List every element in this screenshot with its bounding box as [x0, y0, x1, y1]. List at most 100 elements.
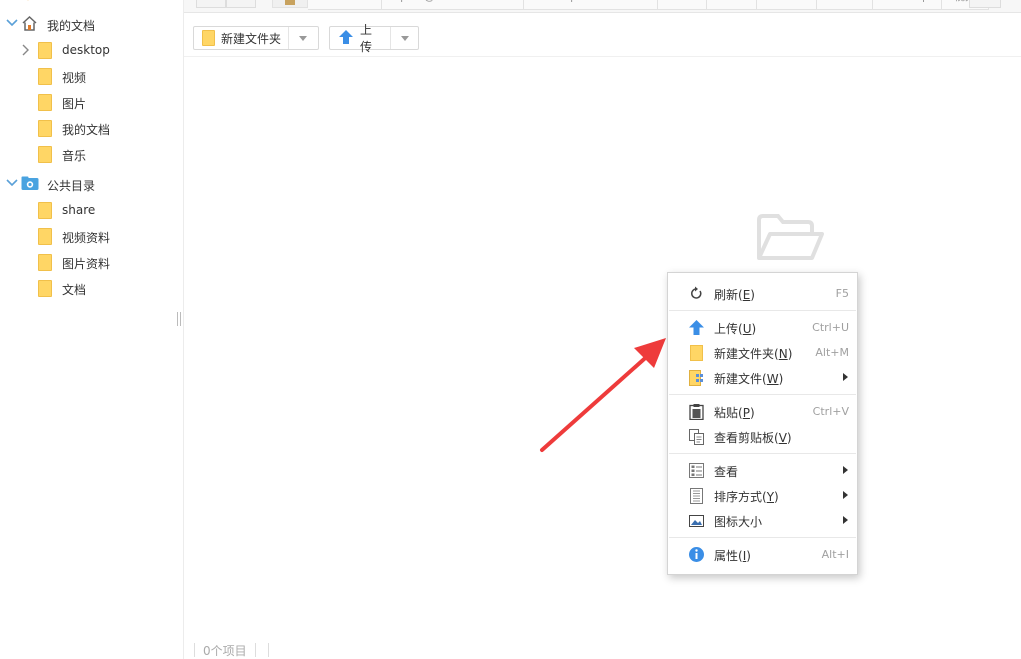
submenu-arrow-icon — [843, 516, 848, 524]
menu-item-label: 上传(U) — [714, 322, 757, 336]
breadcrumb-home-icon[interactable] — [272, 0, 308, 8]
public-folder-icon — [21, 176, 39, 194]
menu-item-label: 刷新(E) — [714, 288, 755, 302]
folder-icon — [688, 344, 705, 361]
toolbar: 新建文件夹 上传 — [184, 22, 1021, 57]
upload-arrow-icon — [688, 319, 705, 336]
menu-item-label: 属性(I) — [714, 549, 751, 563]
paste-icon — [688, 403, 705, 421]
sidebar-item-label: 音乐 — [62, 149, 87, 163]
sidebar-item-docs[interactable]: 文档 — [0, 275, 183, 301]
menu-item-new-file[interactable]: 新建文件(W) — [668, 365, 857, 390]
folder-icon — [38, 120, 52, 137]
breadcrumb-item[interactable]: wwwroot — [308, 0, 383, 10]
folder-icon — [38, 42, 52, 59]
sidebar-item-label: 图片资料 — [62, 257, 111, 271]
sidebar-item-label: 文档 — [62, 283, 87, 297]
menu-item-label: 排序方式(Y) — [714, 490, 779, 504]
breadcrumb-item[interactable]: KodExplorer-master — [524, 0, 658, 10]
menu-separator — [669, 310, 856, 311]
sidebar-item-label: desktop — [62, 43, 110, 57]
annotation-arrow-icon — [536, 330, 676, 456]
menu-item-icon-size[interactable]: 图标大小 — [668, 508, 857, 533]
star-icon[interactable]: ★ — [969, 0, 1001, 8]
sidebar-item-public[interactable]: 公共目录 — [0, 171, 183, 197]
folder-icon — [202, 30, 215, 46]
refresh-icon — [688, 285, 705, 302]
sidebar-item-label: 我的文档 — [47, 19, 96, 33]
sidebar-item-documents[interactable]: 我的文档 — [0, 115, 183, 141]
view-list-icon — [688, 462, 705, 479]
breadcrumb-item[interactable]: desktop — [873, 0, 942, 10]
status-bar: 0个项目 — [194, 641, 277, 659]
new-file-icon — [688, 369, 705, 386]
sidebar-item-picture-materials[interactable]: 图片资料 — [0, 249, 183, 275]
menu-item-shortcut: Alt+M — [815, 346, 849, 359]
folder-icon — [38, 254, 52, 271]
menu-separator — [669, 453, 856, 454]
sidebar-item-share[interactable]: share — [0, 197, 183, 223]
menu-separator — [669, 394, 856, 395]
chevron-right-icon[interactable] — [20, 44, 30, 59]
folder-icon — [38, 202, 52, 219]
submenu-arrow-icon — [843, 373, 848, 381]
sidebar-item-videos[interactable]: 视频 — [0, 63, 183, 89]
new-folder-dropdown-icon[interactable] — [289, 27, 316, 49]
clipboard-icon — [688, 428, 705, 445]
folder-icon — [38, 146, 52, 163]
sidebar-resize-handle[interactable] — [177, 312, 181, 326]
new-folder-main[interactable]: 新建文件夹 — [194, 27, 290, 49]
breadcrumb-item[interactable]: User — [707, 0, 758, 10]
upload-main[interactable]: 上传 — [330, 23, 392, 54]
path-bar: ‹ › wwwroot cpfile@kodcloud.com KodExplo… — [184, 0, 1021, 13]
submenu-arrow-icon — [843, 491, 848, 499]
menu-item-label: 粘贴(P) — [714, 406, 755, 420]
sidebar-item-label: 视频 — [62, 71, 87, 85]
menu-item-label: 新建文件(W) — [714, 372, 784, 386]
menu-item-upload[interactable]: 上传(U) Ctrl+U — [668, 315, 857, 340]
menu-item-refresh[interactable]: 刷新(E) F5 — [668, 281, 857, 306]
menu-item-paste[interactable]: 粘贴(P) Ctrl+V — [668, 399, 857, 424]
new-folder-label: 新建文件夹 — [221, 31, 282, 46]
breadcrumb-item[interactable]: data — [657, 0, 708, 10]
chevron-down-icon[interactable] — [6, 177, 18, 192]
sidebar-item-desktop[interactable]: desktop — [0, 37, 183, 63]
sidebar-item-pictures[interactable]: 图片 — [0, 89, 183, 115]
new-folder-button[interactable]: 新建文件夹 — [193, 26, 319, 50]
home-icon — [21, 15, 38, 35]
submenu-arrow-icon — [843, 466, 848, 474]
menu-item-view[interactable]: 查看 — [668, 458, 857, 483]
partial-top-icon — [22, 0, 34, 2]
menu-separator — [669, 537, 856, 538]
menu-item-sort[interactable]: 排序方式(Y) — [668, 483, 857, 508]
breadcrumb: wwwroot cpfile@kodcloud.com KodExplorer-… — [272, 0, 989, 10]
folder-icon — [38, 280, 52, 297]
menu-item-properties[interactable]: 属性(I) Alt+I — [668, 542, 857, 567]
upload-button[interactable]: 上传 — [329, 23, 419, 54]
menu-item-shortcut: Ctrl+V — [812, 405, 849, 418]
menu-item-view-clipboard[interactable]: 查看剪贴板(V) — [668, 424, 857, 449]
folder-icon — [38, 228, 52, 245]
breadcrumb-item[interactable]: home — [816, 0, 874, 10]
sidebar-item-label: 图片 — [62, 97, 87, 111]
menu-item-new-folder[interactable]: 新建文件夹(N) Alt+M — [668, 340, 857, 365]
sidebar-item-label: 视频资料 — [62, 231, 111, 245]
sidebar-item-label: 我的文档 — [62, 123, 111, 137]
info-icon — [688, 546, 705, 563]
upload-label: 上传 — [360, 23, 373, 54]
forward-button[interactable]: › — [226, 0, 256, 8]
breadcrumb-item[interactable]: admin — [757, 0, 817, 10]
status-divider — [194, 643, 195, 657]
sort-icon — [688, 487, 705, 504]
sidebar-item-my-documents[interactable]: 我的文档 — [0, 11, 183, 37]
chevron-down-icon[interactable] — [6, 17, 18, 32]
sidebar-item-label: share — [62, 203, 96, 217]
folder-icon — [38, 94, 52, 111]
sidebar-item-music[interactable]: 音乐 — [0, 141, 183, 167]
status-divider — [267, 643, 269, 657]
back-button[interactable]: ‹ — [196, 0, 226, 8]
breadcrumb-item[interactable]: cpfile@kodcloud.com — [382, 0, 525, 10]
menu-item-label: 查看 — [714, 465, 739, 479]
sidebar-item-video-materials[interactable]: 视频资料 — [0, 223, 183, 249]
upload-dropdown-icon[interactable] — [391, 27, 418, 49]
